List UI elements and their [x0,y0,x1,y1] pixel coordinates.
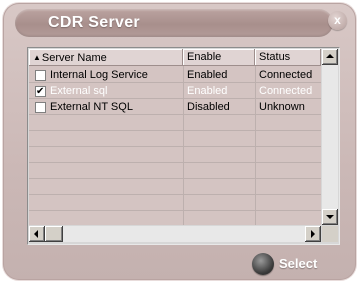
row-checkbox[interactable]: ✔ [35,86,46,97]
enable-cell: Disabled [187,101,230,113]
row-checkbox[interactable] [35,70,46,81]
row-divider [29,178,321,179]
row-divider [29,146,321,147]
enable-cell: Enabled [187,69,228,81]
row-checkbox[interactable] [35,102,46,113]
arrow-up-icon [326,54,334,58]
status-cell: Connected [259,69,313,81]
column-header-status[interactable]: Status [255,49,321,66]
scroll-down-button[interactable] [322,209,338,225]
server-list: ▲Server Name Enable Status Internal Log … [27,47,340,245]
column-header-label: Status [259,51,291,63]
horizontal-scroll-thumb[interactable] [45,226,63,242]
title-bar[interactable]: CDR Server [15,9,333,37]
scrollbar-corner [322,226,338,242]
sort-ascending-icon: ▲ [33,53,41,62]
server-name-cell: External sql [50,85,108,97]
row-divider [29,210,321,211]
row-divider [29,194,321,195]
checkmark-icon: ✔ [36,86,45,97]
column-header-label: Enable [187,51,222,63]
table-row[interactable]: Internal Log Service Enabled Connected [29,67,321,84]
vertical-scrollbar[interactable] [322,49,338,225]
select-button-label: Select [279,256,318,271]
status-cell: Unknown [259,101,305,113]
server-name-cell: External NT SQL [50,101,133,113]
table-row[interactable]: ✔ External sql Enabled Connected [29,83,321,100]
column-header-server-name[interactable]: ▲Server Name [29,49,183,66]
row-divider [29,130,321,131]
status-cell: Connected [259,85,313,97]
row-divider [29,162,321,163]
select-button[interactable]: Select [252,253,332,277]
table-row[interactable]: External NT SQL Disabled Unknown [29,99,321,116]
select-ball-icon [252,253,274,275]
horizontal-scrollbar[interactable] [29,226,321,242]
enable-cell: Enabled [187,85,228,97]
server-table: ▲Server Name Enable Status Internal Log … [29,49,321,225]
arrow-right-icon [311,230,315,238]
window-title: CDR Server [48,14,140,31]
column-header-enable[interactable]: Enable [183,49,255,66]
arrow-down-icon [326,215,334,219]
close-button[interactable]: x [328,11,347,30]
cdr-server-window: CDR Server x ▲Server Name Enable Status [3,3,356,280]
scroll-right-button[interactable] [305,226,321,242]
arrow-left-icon [34,230,38,238]
scroll-up-button[interactable] [322,49,338,65]
server-name-cell: Internal Log Service [50,69,148,81]
close-icon: x [334,13,341,27]
scroll-left-button[interactable] [29,226,45,242]
column-header-label: Server Name [41,52,107,64]
